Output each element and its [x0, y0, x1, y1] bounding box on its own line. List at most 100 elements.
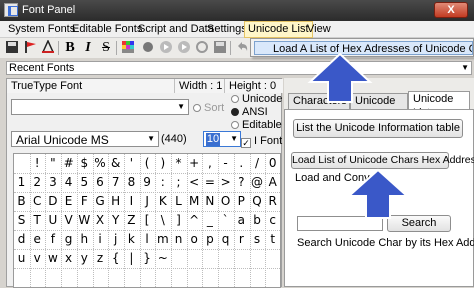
char-cell[interactable]: s [250, 231, 265, 248]
radio-editable[interactable]: Editable [231, 119, 282, 131]
list-unicode-info-button[interactable]: List the Unicode Information table [293, 119, 463, 138]
char-cell[interactable]: : [155, 174, 170, 191]
char-cell[interactable]: D [45, 193, 60, 210]
char-cell[interactable]: i [93, 231, 108, 248]
char-cell[interactable]: Z [124, 212, 139, 229]
char-cell[interactable]: p [202, 231, 217, 248]
char-cell[interactable]: n [171, 231, 186, 248]
char-cell[interactable]: / [250, 155, 265, 172]
char-cell[interactable]: F [77, 193, 92, 210]
menu-unicode-list[interactable]: Unicode List [244, 21, 313, 38]
italic-icon[interactable]: I [80, 40, 96, 56]
char-cell[interactable]: " [45, 155, 60, 172]
text-color-icon[interactable] [40, 39, 56, 56]
char-cell[interactable]: C [30, 193, 45, 210]
char-cell[interactable]: ] [171, 212, 186, 229]
char-cell[interactable]: H [108, 193, 123, 210]
character-grid[interactable]: ! " # $% & '() * +, -./0 1 2 3 4 5 6 7 8 9:; < = >? @ A B C D E F G H… [13, 153, 281, 288]
char-cell[interactable]: @ [250, 174, 265, 191]
menu-system-fonts[interactable]: System Fonts [5, 21, 78, 38]
char-cell[interactable]: x [61, 250, 76, 267]
char-cell[interactable]: K [155, 193, 170, 210]
char-cell[interactable]: + [187, 155, 202, 172]
color-grid-icon[interactable] [120, 40, 136, 56]
char-cell[interactable]: E [61, 193, 76, 210]
char-cell[interactable]: l [140, 231, 155, 248]
tab-unicode-list[interactable]: Unicode List [408, 91, 470, 119]
char-cell[interactable]: R [265, 193, 280, 210]
char-cell[interactable] [218, 269, 233, 286]
play-icon[interactable] [176, 40, 192, 56]
char-cell[interactable]: > [218, 174, 233, 191]
char-cell[interactable]: r [234, 231, 249, 248]
char-cell[interactable]: W [77, 212, 92, 229]
char-cell[interactable] [187, 250, 202, 267]
char-cell[interactable] [187, 269, 202, 286]
save-disk-icon[interactable] [212, 40, 228, 56]
char-cell[interactable] [77, 269, 92, 286]
font-filter-combo[interactable]: ▼ [11, 99, 189, 115]
char-cell[interactable] [108, 269, 123, 286]
char-cell[interactable]: $ [77, 155, 92, 172]
font-name-combo[interactable]: Arial Unicode MS ▼ [11, 131, 159, 147]
char-cell[interactable]: . [234, 155, 249, 172]
char-cell[interactable]: A [265, 174, 280, 191]
sort-option[interactable]: Sort [193, 102, 224, 114]
char-cell[interactable]: G [93, 193, 108, 210]
char-cell[interactable]: y [77, 250, 92, 267]
char-cell[interactable]: _ [202, 212, 217, 229]
menu-view[interactable]: View [304, 21, 334, 38]
char-cell[interactable]: v [30, 250, 45, 267]
char-cell[interactable]: I [124, 193, 139, 210]
char-cell[interactable]: 1 [14, 174, 29, 191]
char-cell[interactable] [124, 269, 139, 286]
char-cell[interactable]: 0 [265, 155, 280, 172]
strikethrough-icon[interactable]: S [98, 40, 114, 56]
char-cell[interactable]: ~ [155, 250, 170, 267]
char-cell[interactable]: % [93, 155, 108, 172]
char-cell[interactable] [265, 250, 280, 267]
char-cell[interactable]: 8 [124, 174, 139, 191]
char-cell[interactable] [234, 269, 249, 286]
char-cell[interactable] [14, 269, 29, 286]
char-cell[interactable]: b [250, 212, 265, 229]
char-cell[interactable] [140, 269, 155, 286]
char-cell[interactable]: 9 [140, 174, 155, 191]
char-cell[interactable] [93, 269, 108, 286]
char-cell[interactable]: Y [108, 212, 123, 229]
char-cell[interactable]: u [14, 250, 29, 267]
char-cell[interactable]: N [202, 193, 217, 210]
char-cell[interactable]: ? [234, 174, 249, 191]
char-cell[interactable]: Q [250, 193, 265, 210]
char-cell[interactable]: 7 [108, 174, 123, 191]
char-cell[interactable] [202, 269, 217, 286]
char-cell[interactable]: w [45, 250, 60, 267]
char-cell[interactable]: < [187, 174, 202, 191]
char-cell[interactable]: 2 [30, 174, 45, 191]
char-cell[interactable]: t [265, 231, 280, 248]
char-cell[interactable]: } [140, 250, 155, 267]
char-cell[interactable]: P [234, 193, 249, 210]
char-cell[interactable]: = [202, 174, 217, 191]
char-cell[interactable]: O [218, 193, 233, 210]
bold-icon[interactable]: B [62, 40, 78, 56]
char-cell[interactable]: J [140, 193, 155, 210]
play-icon[interactable] [158, 40, 174, 56]
load-hex-addresses-button[interactable]: Load List of Unicode Chars Hex Addresses [291, 152, 474, 169]
char-cell[interactable]: ) [155, 155, 170, 172]
char-cell[interactable]: # [61, 155, 76, 172]
refresh-icon[interactable] [194, 40, 210, 56]
char-cell[interactable] [250, 250, 265, 267]
close-button[interactable]: X [434, 2, 468, 18]
char-cell[interactable]: q [218, 231, 233, 248]
char-cell[interactable] [234, 250, 249, 267]
char-cell[interactable]: ' [124, 155, 139, 172]
char-cell[interactable]: f [45, 231, 60, 248]
char-cell[interactable]: ^ [187, 212, 202, 229]
char-cell[interactable]: c [265, 212, 280, 229]
char-cell[interactable] [250, 269, 265, 286]
char-cell[interactable]: [ [140, 212, 155, 229]
char-cell[interactable]: a [234, 212, 249, 229]
char-cell[interactable]: h [77, 231, 92, 248]
menu-editable-fonts[interactable]: Editable Fonts [69, 21, 145, 38]
